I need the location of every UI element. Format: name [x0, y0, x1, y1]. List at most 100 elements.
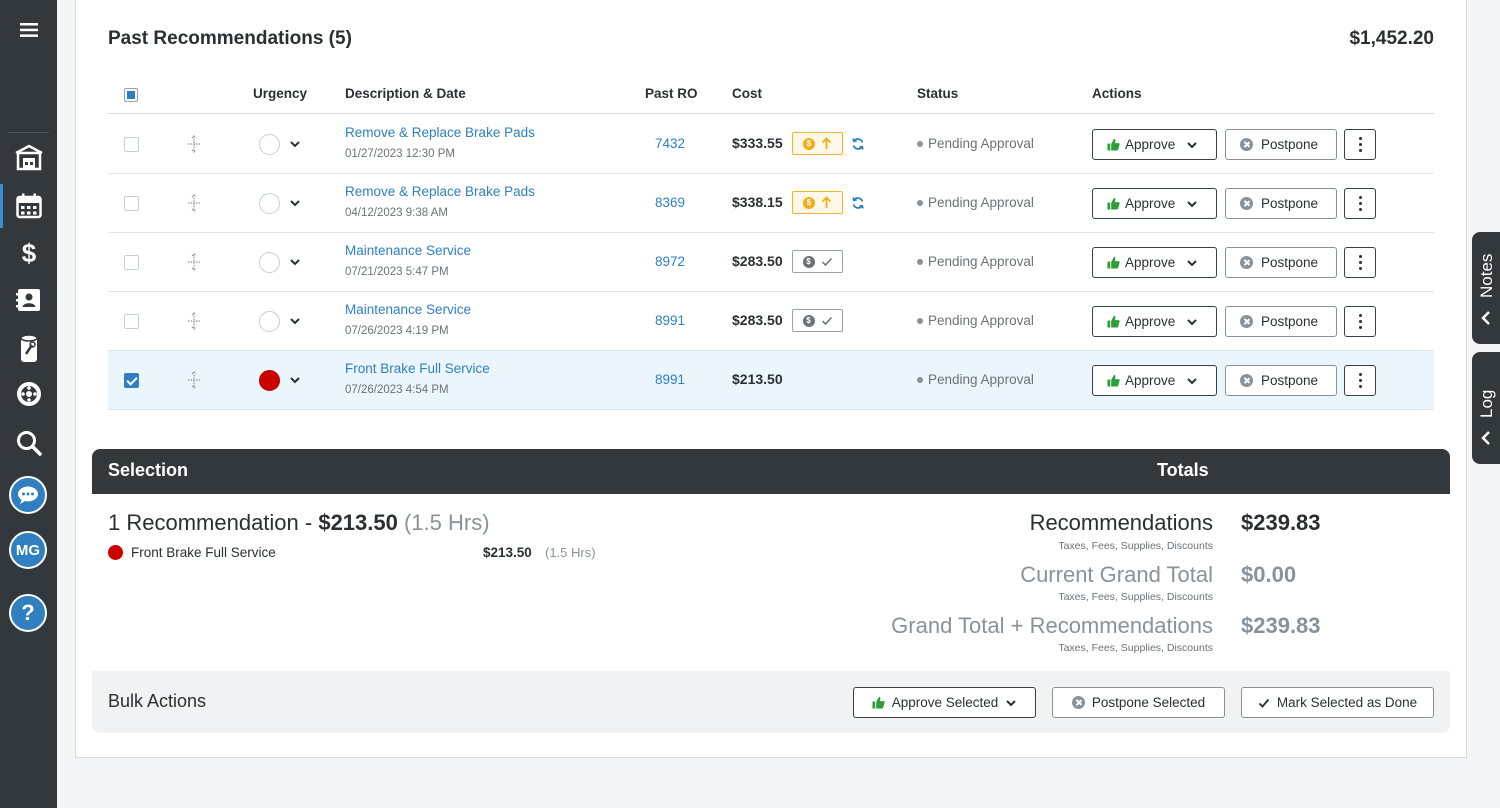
status-dot: [917, 140, 923, 147]
hamburger-icon[interactable]: [0, 8, 57, 52]
status-text: Pending Approval: [928, 254, 1034, 269]
close-circle-icon: [1240, 138, 1253, 151]
approve-button[interactable]: Approve: [1092, 129, 1217, 160]
notes-tab[interactable]: Notes: [1472, 232, 1500, 344]
drag-handle-icon[interactable]: [187, 312, 201, 330]
approve-selected-button[interactable]: Approve Selected: [853, 687, 1036, 718]
row-checkbox[interactable]: [124, 196, 139, 211]
more-options-button[interactable]: [1344, 247, 1376, 278]
kebab-icon: [1358, 255, 1362, 270]
status-badge: Pending Approval: [917, 195, 1034, 210]
avatar[interactable]: MG: [9, 531, 47, 569]
postpone-button-label: Postpone: [1261, 255, 1319, 270]
help-icon[interactable]: ?: [9, 594, 47, 632]
urgency-indicator: [108, 545, 123, 560]
urgency-indicator[interactable]: [259, 311, 280, 332]
urgency-indicator[interactable]: [259, 134, 280, 155]
drag-handle-icon[interactable]: [187, 135, 201, 153]
more-options-button[interactable]: [1344, 188, 1376, 219]
selected-item-name: Front Brake Full Service: [131, 545, 276, 560]
drag-handle-icon[interactable]: [187, 371, 201, 389]
status-text: Pending Approval: [928, 195, 1034, 210]
row-checkbox[interactable]: [124, 373, 139, 388]
svg-text:$: $: [21, 239, 36, 267]
recommendation-date: 04/12/2023 9:38 AM: [345, 207, 448, 219]
column-header-status: Status: [917, 86, 959, 101]
refresh-icon[interactable]: [851, 196, 865, 210]
status-dot: [917, 317, 923, 324]
log-tab[interactable]: Log: [1472, 352, 1500, 464]
past-ro-link[interactable]: 8991: [638, 372, 702, 387]
row-checkbox[interactable]: [124, 137, 139, 152]
shop-icon[interactable]: [0, 135, 57, 179]
recommendation-description-link[interactable]: Maintenance Service: [345, 243, 471, 258]
close-circle-icon: [1240, 256, 1253, 269]
totals-grand-total-plus-label: Grand Total + Recommendations: [891, 613, 1213, 638]
chevron-down-icon[interactable]: [288, 137, 302, 151]
refresh-icon[interactable]: [851, 137, 865, 151]
approve-button[interactable]: Approve: [1092, 306, 1217, 337]
price-unchanged-badge[interactable]: $: [792, 250, 843, 273]
postpone-button[interactable]: Postpone: [1225, 365, 1337, 396]
drag-handle-icon[interactable]: [187, 194, 201, 212]
mark-selected-done-label: Mark Selected as Done: [1276, 695, 1418, 710]
past-ro-link[interactable]: 8369: [638, 195, 702, 210]
price-increase-badge[interactable]: $: [792, 132, 843, 155]
recommendation-description-link[interactable]: Front Brake Full Service: [345, 361, 490, 376]
selection-summary: 1 Recommendation - $213.50 (1.5 Hrs): [108, 510, 490, 536]
urgency-indicator[interactable]: [259, 193, 280, 214]
drag-handle-icon[interactable]: [187, 253, 201, 271]
selection-summary-amount: $213.50: [318, 510, 398, 535]
search-icon[interactable]: [0, 421, 57, 465]
column-header-cost: Cost: [732, 86, 762, 101]
past-ro-link[interactable]: 7432: [638, 136, 702, 151]
chevron-left-icon: [1481, 431, 1490, 445]
table-row: Front Brake Full Service 07/26/2023 4:54…: [108, 351, 1434, 410]
tire-icon[interactable]: [0, 372, 57, 416]
approve-button[interactable]: Approve: [1092, 247, 1217, 278]
row-checkbox[interactable]: [124, 255, 139, 270]
cost-value: $333.55: [732, 135, 783, 151]
table-row: Maintenance Service 07/21/2023 5:47 PM 8…: [108, 233, 1434, 292]
totals-recommendations-value: $239.83: [1241, 510, 1321, 535]
past-ro-link[interactable]: 8972: [638, 254, 702, 269]
chat-icon[interactable]: [9, 476, 47, 514]
chevron-left-icon: [1481, 311, 1490, 325]
parts-icon[interactable]: [0, 327, 57, 371]
more-options-button[interactable]: [1344, 129, 1376, 160]
recommendation-description-link[interactable]: Remove & Replace Brake Pads: [345, 125, 535, 140]
urgency-indicator[interactable]: [259, 370, 280, 391]
postpone-selected-button[interactable]: Postpone Selected: [1052, 687, 1225, 718]
dollar-icon[interactable]: $: [0, 231, 57, 275]
status-badge: Pending Approval: [917, 313, 1034, 328]
status-text: Pending Approval: [928, 313, 1034, 328]
select-all-checkbox[interactable]: [124, 88, 138, 102]
approve-button[interactable]: Approve: [1092, 365, 1217, 396]
recommendation-description-link[interactable]: Remove & Replace Brake Pads: [345, 184, 535, 199]
chevron-down-icon[interactable]: [288, 255, 302, 269]
price-increase-badge[interactable]: $: [792, 191, 843, 214]
past-ro-link[interactable]: 8991: [638, 313, 702, 328]
more-options-button[interactable]: [1344, 365, 1376, 396]
chevron-down-icon[interactable]: [288, 196, 302, 210]
recommendation-description-link[interactable]: Maintenance Service: [345, 302, 471, 317]
price-unchanged-badge[interactable]: $: [792, 309, 843, 332]
row-checkbox[interactable]: [124, 314, 139, 329]
chevron-down-icon[interactable]: [288, 373, 302, 387]
postpone-button[interactable]: Postpone: [1225, 306, 1337, 337]
contacts-icon[interactable]: [0, 278, 57, 322]
postpone-button[interactable]: Postpone: [1225, 129, 1337, 160]
approve-button[interactable]: Approve: [1092, 188, 1217, 219]
chevron-down-icon: [1187, 318, 1198, 325]
coin-icon: $: [802, 255, 815, 268]
calendar-icon[interactable]: [0, 184, 57, 228]
more-options-button[interactable]: [1344, 306, 1376, 337]
mark-selected-done-button[interactable]: Mark Selected as Done: [1241, 687, 1434, 718]
chevron-down-icon[interactable]: [288, 314, 302, 328]
urgency-indicator[interactable]: [259, 252, 280, 273]
totals-current-grand-total-sub: Taxes, Fees, Supplies, Discounts: [1058, 591, 1213, 603]
postpone-button[interactable]: Postpone: [1225, 188, 1337, 219]
postpone-button[interactable]: Postpone: [1225, 247, 1337, 278]
totals-heading: Totals: [1157, 460, 1209, 480]
thumbs-up-icon: [1107, 315, 1120, 328]
